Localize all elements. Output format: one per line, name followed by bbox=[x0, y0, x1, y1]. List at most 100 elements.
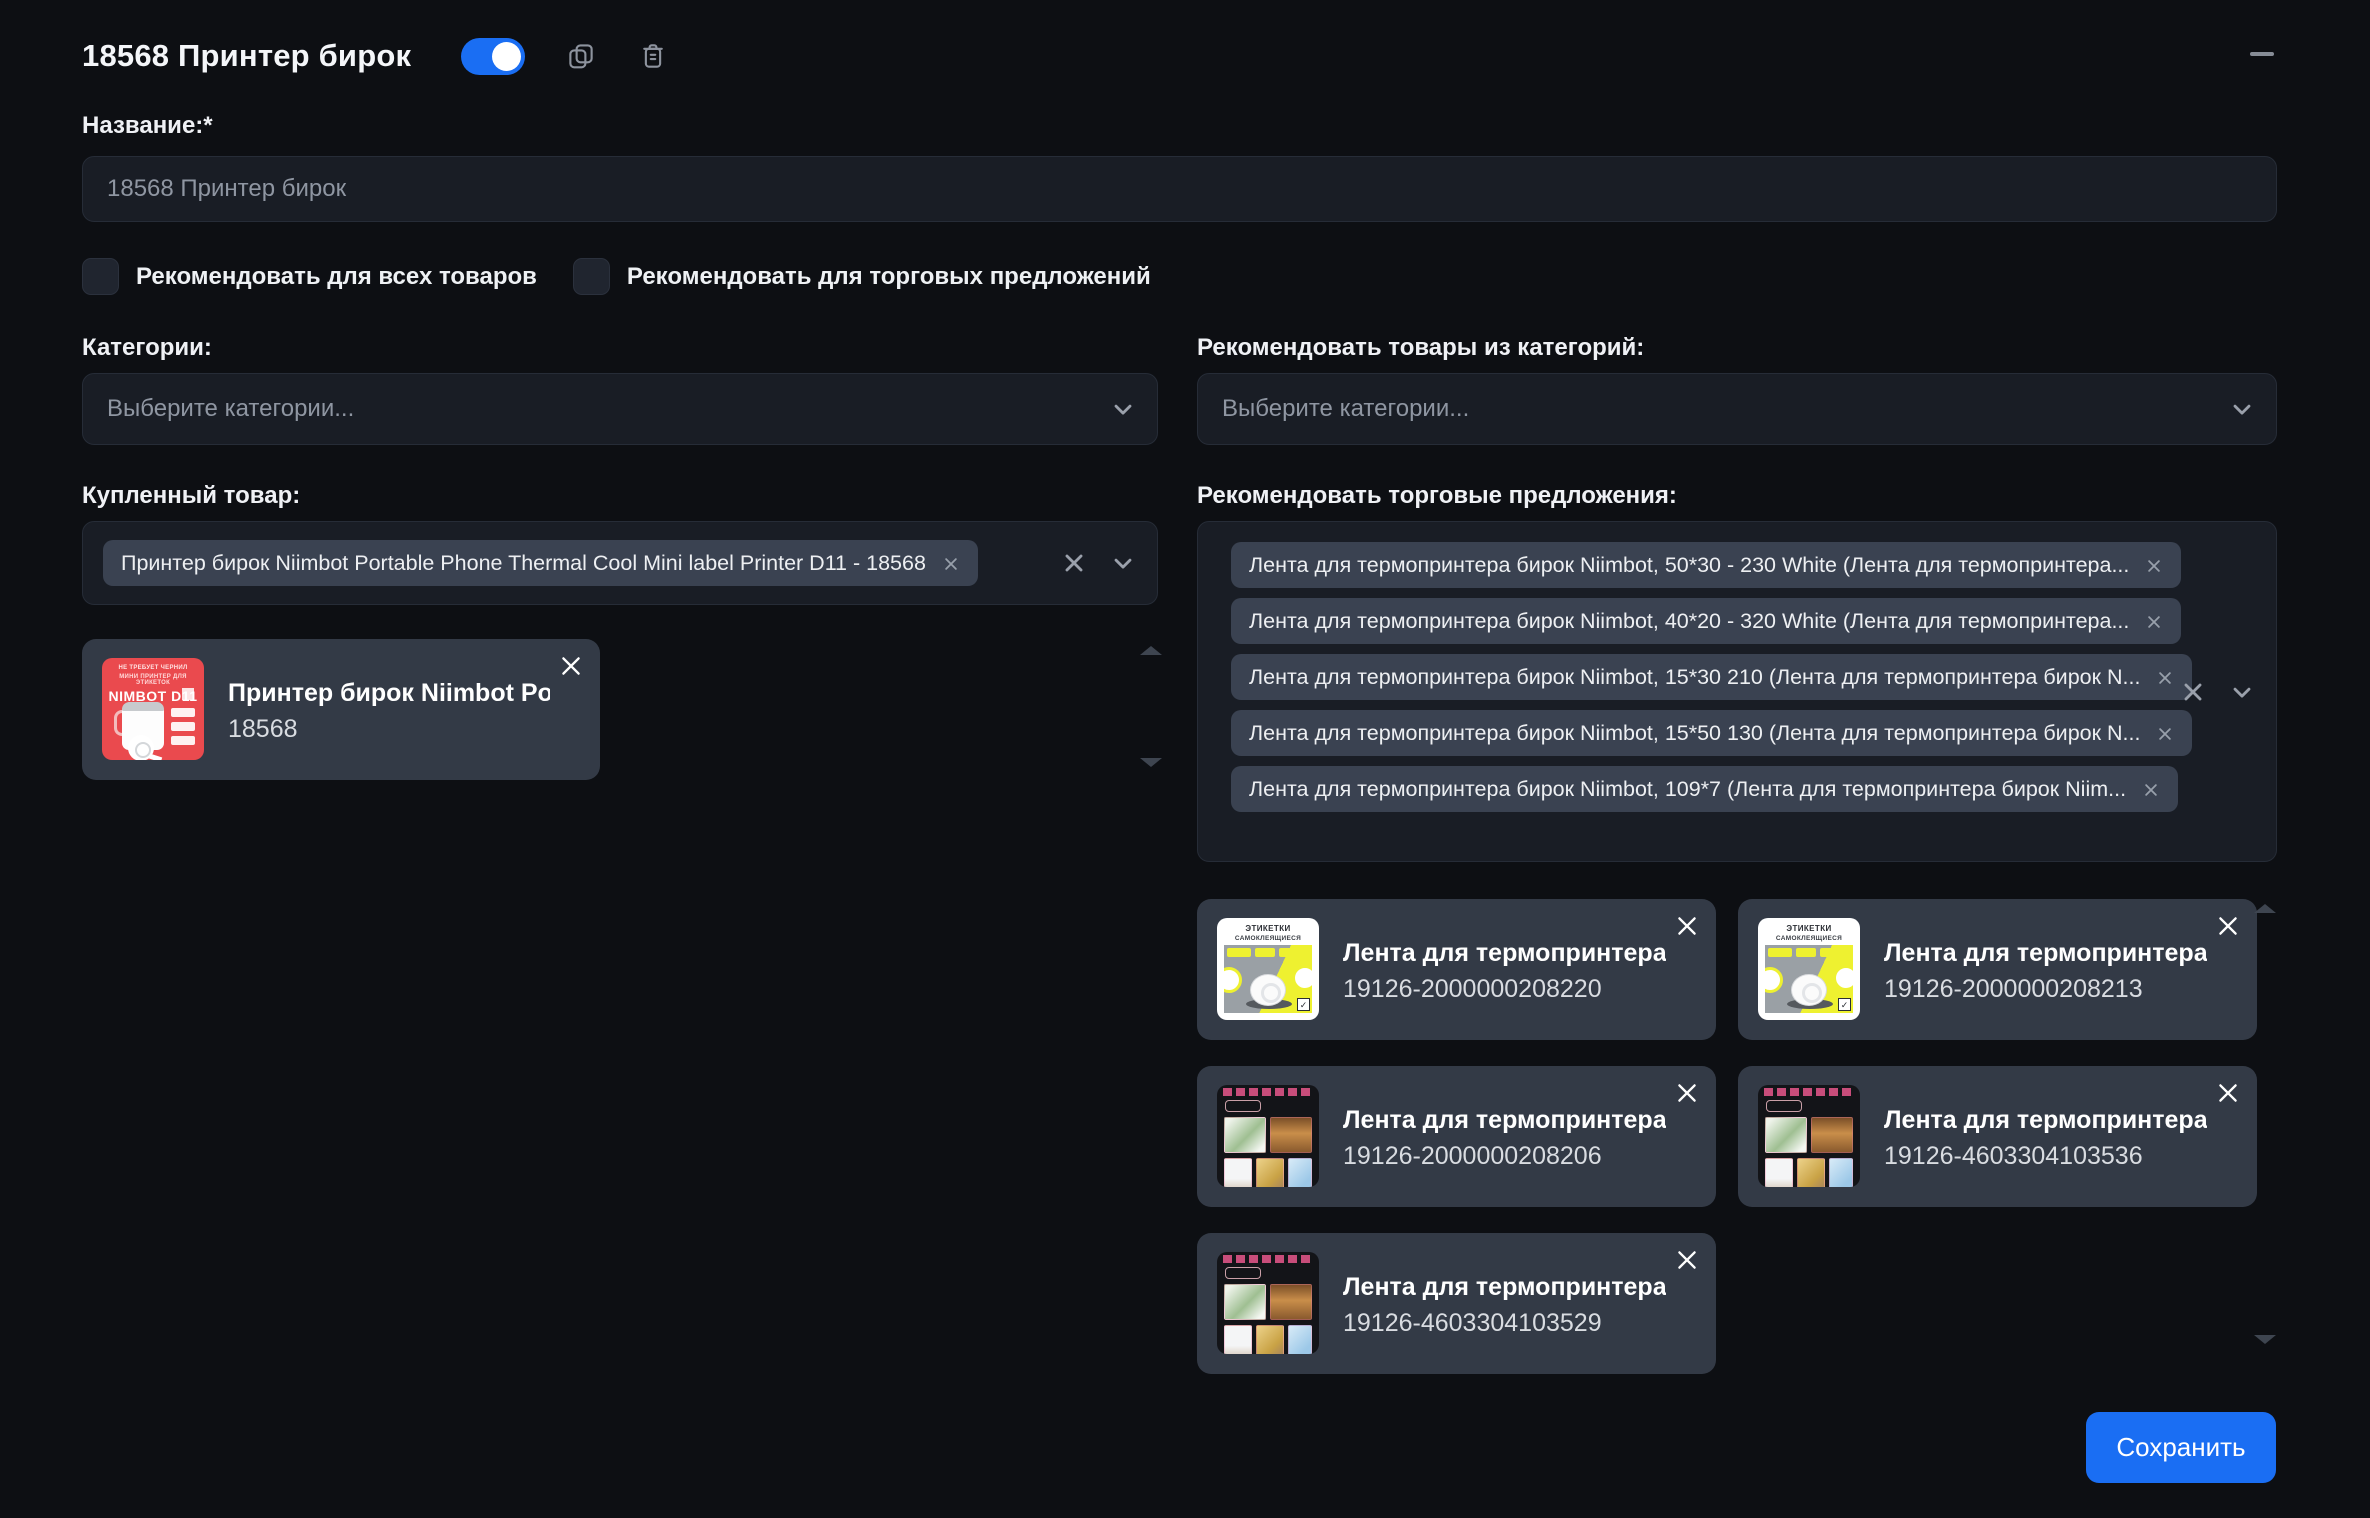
remove-chip-icon[interactable] bbox=[2145, 612, 2163, 630]
clear-select-button[interactable] bbox=[1061, 550, 1087, 576]
thumbnail-art-shape bbox=[128, 735, 154, 760]
chevron-down-icon[interactable] bbox=[1109, 549, 1137, 577]
product-card-title: Лента для термопринтера би... bbox=[1343, 1106, 1666, 1135]
remove-card-button[interactable] bbox=[558, 653, 584, 679]
copy-icon bbox=[566, 41, 596, 71]
chevron-down-icon[interactable] bbox=[1109, 395, 1137, 423]
scroll-up-arrow[interactable] bbox=[1140, 646, 1162, 655]
remove-chip-icon[interactable] bbox=[2142, 780, 2160, 798]
thumbnail-photo bbox=[1829, 1158, 1853, 1187]
close-icon bbox=[1674, 1247, 1700, 1273]
name-input[interactable] bbox=[82, 156, 2277, 222]
delete-button[interactable] bbox=[637, 40, 669, 72]
thumbnail-photo bbox=[1270, 1284, 1312, 1320]
thumbnail-photo bbox=[1765, 1158, 1793, 1187]
product-thumbnail: ЭТИКЕТКИ САМОКЛЕЯЩИЕСЯ ✓ bbox=[1217, 918, 1319, 1020]
thumbnail-text: САМОКЛЕЯЩИЕСЯ bbox=[1217, 935, 1319, 942]
product-thumbnail bbox=[1217, 1252, 1319, 1354]
thumbnail-art-shape bbox=[1225, 1267, 1261, 1279]
select-placeholder: Выберите категории... bbox=[107, 395, 354, 423]
thumbnail-art-shape bbox=[1224, 967, 1242, 993]
purchased-product-card: НЕ ТРЕБУЕТ ЧЕРНИЛ МИНИ ПРИНТЕР ДЛЯ ЭТИКЕ… bbox=[82, 639, 600, 780]
thumbnail-art: ✓ bbox=[1765, 945, 1853, 1013]
remove-card-button[interactable] bbox=[1674, 1247, 1700, 1273]
close-icon bbox=[1674, 1080, 1700, 1106]
thumbnail-art-shape bbox=[171, 736, 195, 745]
thumbnail-photo bbox=[1288, 1158, 1312, 1187]
chevron-down-icon[interactable] bbox=[2228, 678, 2256, 706]
thumbnail-photo bbox=[1224, 1158, 1252, 1187]
thumbnail-art-shape bbox=[1225, 1100, 1261, 1112]
save-button[interactable]: Сохранить bbox=[2086, 1412, 2276, 1483]
product-card-sku: 19126-2000000208213 bbox=[1884, 975, 2143, 1004]
thumbnail-art-shape bbox=[1820, 948, 1844, 957]
chip-label: Лента для термопринтера бирок Niimbot, 1… bbox=[1249, 665, 2140, 690]
remove-card-button[interactable] bbox=[1674, 1080, 1700, 1106]
clear-select-button[interactable] bbox=[2180, 679, 2206, 705]
product-card-title: Принтер бирок Niimbot Portab... bbox=[228, 679, 550, 708]
product-card-sku: 18568 bbox=[228, 715, 298, 744]
offer-chip: Лента для термопринтера бирок Niimbot, 4… bbox=[1231, 598, 2181, 644]
thumbnail-photo bbox=[1765, 1117, 1807, 1153]
chip-label: Лента для термопринтера бирок Niimbot, 1… bbox=[1249, 721, 2140, 746]
toggle-knob bbox=[492, 42, 521, 71]
thumbnail-photo bbox=[1270, 1117, 1312, 1153]
product-card-title: Лента для термопринтера би... bbox=[1343, 939, 1666, 968]
product-card-title: Лента для термопринтера би... bbox=[1884, 939, 2207, 968]
thumbnail-art-shape bbox=[1796, 948, 1816, 957]
offer-card: Лента для термопринтера би... 19126-4603… bbox=[1197, 1233, 1716, 1374]
thumbnail-art-shape bbox=[1292, 965, 1312, 991]
product-thumbnail bbox=[1758, 1085, 1860, 1187]
thumbnail-art-shape bbox=[1227, 948, 1251, 957]
thumbnail-art-shape bbox=[182, 688, 194, 700]
recommend-categories-label: Рекомендовать товары из категорий: bbox=[1197, 334, 1644, 362]
chevron-down-icon[interactable] bbox=[2228, 395, 2256, 423]
thumbnail-photo bbox=[1224, 1117, 1266, 1153]
thumbnail-art-shape bbox=[1765, 967, 1783, 993]
close-icon bbox=[558, 653, 584, 679]
minimize-button[interactable] bbox=[2250, 52, 2274, 56]
recommend-categories-select[interactable]: Выберите категории... bbox=[1197, 373, 2277, 445]
product-thumbnail: ЭТИКЕТКИ САМОКЛЕЯЩИЕСЯ ✓ bbox=[1758, 918, 1860, 1020]
checkbox-recommend-all-products[interactable] bbox=[82, 258, 119, 295]
duplicate-button[interactable] bbox=[565, 40, 597, 72]
remove-card-button[interactable] bbox=[1674, 913, 1700, 939]
product-thumbnail bbox=[1217, 1085, 1319, 1187]
purchased-product-select[interactable]: Принтер бирок Niimbot Portable Phone The… bbox=[82, 521, 1158, 605]
thumbnail-text: САМОКЛЕЯЩИЕСЯ bbox=[1758, 935, 1860, 942]
thumbnail-art-shape bbox=[1791, 974, 1827, 1006]
thumbnail-art-shape bbox=[1250, 974, 1286, 1006]
offer-chip: Лента для термопринтера бирок Niimbot, 1… bbox=[1231, 766, 2178, 812]
scroll-up-arrow[interactable] bbox=[2254, 904, 2276, 913]
scroll-down-arrow[interactable] bbox=[2254, 1335, 2276, 1344]
checkbox-recommend-trade-offers[interactable] bbox=[573, 258, 610, 295]
purchased-product-label: Купленный товар: bbox=[82, 482, 300, 510]
remove-chip-icon[interactable] bbox=[2156, 668, 2174, 686]
clear-icon bbox=[1061, 550, 1087, 576]
offer-chip: Лента для термопринтера бирок Niimbot, 1… bbox=[1231, 710, 2192, 756]
thumbnail-photo bbox=[1256, 1158, 1284, 1187]
remove-card-button[interactable] bbox=[2215, 1080, 2241, 1106]
thumbnail-art: ✓ bbox=[1224, 945, 1312, 1013]
remove-card-button[interactable] bbox=[2215, 913, 2241, 939]
thumbnail-photo bbox=[1288, 1325, 1312, 1354]
thumbnail-art-shape bbox=[1833, 965, 1853, 991]
product-card-sku: 19126-2000000208220 bbox=[1343, 975, 1602, 1004]
categories-select[interactable]: Выберите категории... bbox=[82, 373, 1158, 445]
offer-chip: Лента для термопринтера бирок Niimbot, 5… bbox=[1231, 542, 2181, 588]
categories-label: Категории: bbox=[82, 334, 212, 362]
checkbox-label: Рекомендовать для торговых предложений bbox=[627, 263, 1151, 291]
close-icon bbox=[2215, 913, 2241, 939]
product-card-sku: 19126-4603304103529 bbox=[1343, 1309, 1602, 1338]
scroll-down-arrow[interactable] bbox=[1140, 758, 1162, 767]
enabled-toggle[interactable] bbox=[461, 38, 525, 75]
product-card-sku: 19126-4603304103536 bbox=[1884, 1142, 2143, 1171]
remove-chip-icon[interactable] bbox=[942, 554, 960, 572]
remove-chip-icon[interactable] bbox=[2145, 556, 2163, 574]
select-placeholder: Выберите категории... bbox=[1222, 395, 1469, 423]
thumbnail-art-shape bbox=[1223, 1088, 1313, 1096]
thumbnail-art-shape bbox=[1279, 948, 1303, 957]
remove-chip-icon[interactable] bbox=[2156, 724, 2174, 742]
chip-label: Лента для термопринтера бирок Niimbot, 5… bbox=[1249, 553, 2129, 578]
trade-offers-select[interactable]: Лента для термопринтера бирок Niimbot, 5… bbox=[1197, 521, 2277, 862]
